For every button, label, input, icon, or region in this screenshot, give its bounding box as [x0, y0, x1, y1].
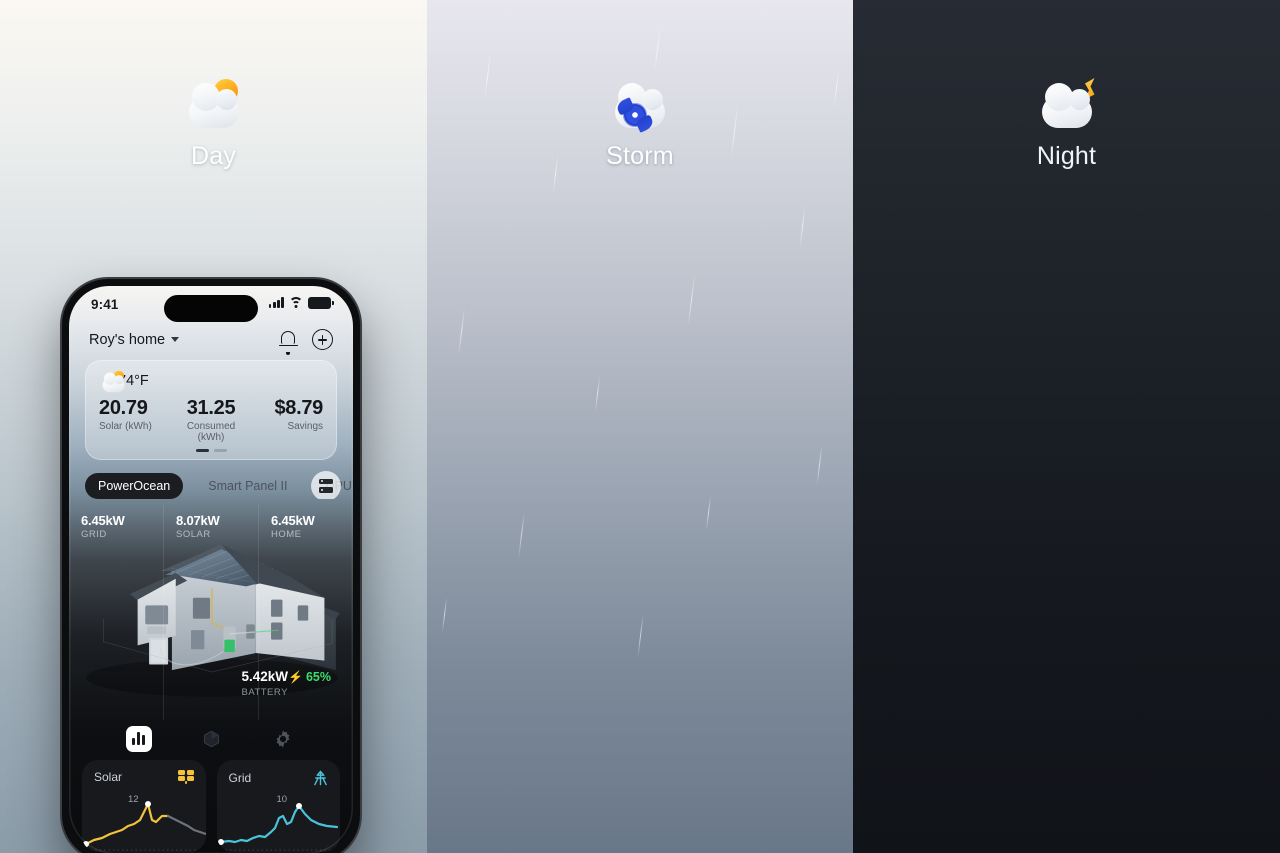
battery-percent: 65% [305, 669, 331, 684]
bar-chart-icon[interactable] [126, 725, 152, 752]
battery-value: 5.42kW [241, 668, 289, 684]
home-name-label: Roy's home [89, 331, 166, 348]
stat-savings-label: Savings [287, 421, 324, 432]
tab-smart-panel-ii[interactable]: Smart Panel II [195, 473, 300, 499]
comparison-stage: Day 9:41 Roy's home 74°F 20.79 Solar (kW… [0, 0, 1280, 853]
status-bar: 9:41 [69, 286, 353, 326]
sun-behind-cloud-icon [181, 78, 247, 130]
stat-consumed: 31.25 Consumed (kWh) [174, 397, 249, 443]
stat-solar-value: 20.79 [99, 397, 148, 419]
power-tower-icon [314, 770, 327, 785]
card-solar-sparkline [83, 800, 206, 851]
chevron-down-icon [171, 337, 180, 342]
panel-day: Day 9:41 Roy's home 74°F 20.79 Solar (kW… [0, 0, 427, 853]
panel-storm: Storm 9:41 Roy's home [427, 0, 853, 853]
cloud-with-hurricane-icon [607, 78, 673, 130]
bell-icon[interactable] [278, 329, 299, 355]
metric-cards: Solar 12 Grid 10 [69, 759, 353, 852]
energy-flow-view: 6.45kW GRID 8.07kW SOLAR 6.45kW HOME 5.4… [69, 504, 353, 720]
app-header: Roy's home [69, 326, 353, 355]
dynamic-island [164, 295, 258, 322]
panel-night-title: Night [1036, 142, 1097, 170]
panel-storm-title: Storm [606, 142, 674, 170]
device-tabs: PowerOcean Smart Panel II DPU PowerInsig… [69, 460, 353, 499]
lightning-bolt-icon: ⚡ [288, 669, 303, 684]
bottom-navigation [69, 720, 353, 760]
battery-reading: 5.42kW⚡ 65% BATTERY [241, 668, 331, 698]
stat-consumed-label: Consumed (kWh) [186, 421, 236, 443]
panel-night: Night 9:41 Roy's home [853, 0, 1280, 853]
solar-panel-icon [177, 769, 194, 785]
card-grid-sparkline [217, 802, 340, 851]
home-selector[interactable]: Roy's home [89, 331, 180, 348]
wifi-icon [289, 297, 303, 309]
cube-icon[interactable] [198, 726, 224, 752]
summary-card[interactable]: 74°F 20.79 Solar (kWh) 31.25 Consumed (k… [85, 360, 337, 460]
tab-powerocean[interactable]: PowerOcean [85, 472, 184, 499]
phone-mockup-day: 9:41 Roy's home 74°F 20.79 Solar (kWh) 3… [62, 279, 360, 853]
panel-day-header: Day [0, 78, 427, 171]
page-indicator[interactable] [99, 449, 323, 452]
panel-storm-header: Storm [427, 78, 853, 171]
card-solar[interactable]: Solar 12 [82, 759, 206, 852]
stat-solar: 20.79 Solar (kWh) [99, 397, 174, 443]
stat-savings-value: $8.79 [274, 397, 324, 419]
card-grid[interactable]: Grid 10 [216, 759, 340, 852]
phone-screen-day: 9:41 Roy's home 74°F 20.79 Solar (kWh) 3… [69, 286, 353, 853]
panel-night-header: Night [853, 78, 1280, 171]
card-solar-title: Solar [94, 769, 123, 784]
stat-savings: $8.79 Savings [248, 397, 323, 443]
plus-circle-icon[interactable] [312, 329, 333, 350]
grid-view-icon[interactable] [311, 470, 341, 499]
gear-icon[interactable] [270, 726, 296, 752]
stat-solar-label: Solar (kWh) [99, 421, 152, 432]
stat-consumed-value: 31.25 [186, 397, 236, 419]
panel-day-title: Day [190, 142, 237, 170]
signal-bars-icon [268, 297, 284, 309]
moon-behind-cloud-icon [1034, 78, 1100, 130]
sun-behind-cloud-icon [99, 370, 125, 392]
card-grid-title: Grid [228, 770, 252, 785]
battery-full-icon [308, 297, 334, 309]
battery-label: BATTERY [241, 686, 288, 698]
status-time: 9:41 [91, 297, 119, 312]
